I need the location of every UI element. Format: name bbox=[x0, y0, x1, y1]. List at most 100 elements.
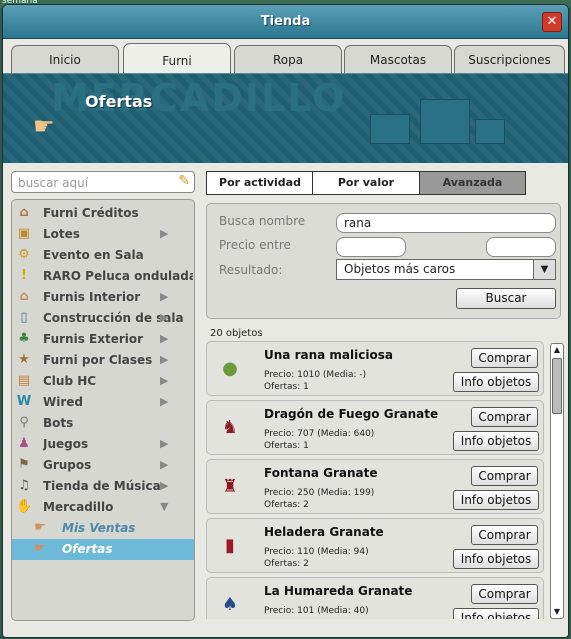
category-item[interactable]: ⌂ Furnis Interior ▶ bbox=[12, 287, 194, 308]
category-list[interactable]: ⌂ Furni Créditos ▣ Lotes ▶ ⚙ Evento en Sala! RA… bbox=[11, 199, 195, 621]
subcategory-label: Ofertas bbox=[62, 542, 113, 556]
scrollbar-thumb[interactable] bbox=[552, 358, 562, 414]
scroll-up-icon[interactable]: ▲ bbox=[551, 344, 563, 356]
chevron-down-icon[interactable]: ▼ bbox=[160, 500, 168, 513]
chevron-right-icon[interactable]: ▶ bbox=[160, 437, 168, 450]
item-name: Una rana maliciosa bbox=[264, 348, 393, 362]
buy-button[interactable]: Comprar bbox=[471, 407, 538, 427]
result-select[interactable]: Objetos más caros ▼ bbox=[336, 259, 556, 280]
frog-icon: ● bbox=[222, 358, 238, 379]
buy-button[interactable]: Comprar bbox=[471, 348, 538, 368]
results-scrollbar[interactable]: ▲ ▼ bbox=[550, 343, 564, 619]
group-icon: ⚑ bbox=[18, 457, 30, 472]
category-item[interactable]: ▤ Club HC ▶ bbox=[12, 371, 194, 392]
buy-button[interactable]: Comprar bbox=[471, 584, 538, 604]
item-price: Precio: 1010 (Media: -) bbox=[264, 370, 367, 380]
joystick-icon: ♟ bbox=[18, 436, 30, 451]
chevron-down-icon[interactable]: ▼ bbox=[533, 260, 555, 279]
chevron-right-icon[interactable]: ▶ bbox=[160, 458, 168, 471]
tab-suscripciones[interactable]: Suscripciones bbox=[454, 45, 565, 73]
sort-tab-activity[interactable]: Por actividad bbox=[206, 171, 314, 195]
category-item[interactable]: W Wired ▶ bbox=[12, 392, 194, 413]
chevron-right-icon[interactable]: ▶ bbox=[160, 353, 168, 366]
subcategory-item[interactable]: ☛ Ofertas bbox=[12, 539, 194, 560]
plant-icon: ♣ bbox=[18, 331, 30, 346]
buy-button[interactable]: Comprar bbox=[471, 525, 538, 545]
chevron-right-icon[interactable]: ▶ bbox=[160, 290, 168, 303]
result-select-value: Objetos más caros bbox=[344, 262, 456, 276]
chevron-right-icon[interactable]: ▶ bbox=[160, 332, 168, 345]
item-name: La Humareda Granate bbox=[264, 584, 413, 598]
category-label: Tienda de Música bbox=[43, 479, 161, 493]
category-item[interactable]: ♣ Furnis Exterior ▶ bbox=[12, 329, 194, 350]
category-label: Club HC bbox=[43, 374, 97, 388]
search-button[interactable]: Buscar bbox=[456, 288, 556, 309]
info-button[interactable]: Info objetos bbox=[453, 372, 539, 392]
info-button[interactable]: Info objetos bbox=[453, 549, 539, 569]
category-item[interactable]: ⌂ Furni Créditos bbox=[12, 203, 194, 224]
search-input[interactable]: buscar aquí ✎ bbox=[11, 171, 195, 193]
subcategory-item[interactable]: ☛ Mis Ventas bbox=[12, 518, 194, 539]
hc-icon: ▤ bbox=[17, 373, 31, 388]
category-item[interactable]: ✋ Mercadillo ▼ bbox=[12, 497, 194, 518]
chevron-right-icon[interactable]: ▶ bbox=[160, 395, 168, 408]
item-offers: Ofertas: 2 bbox=[264, 500, 309, 510]
chevron-right-icon[interactable]: ▶ bbox=[160, 227, 168, 240]
item-name: Fontana Granate bbox=[264, 466, 378, 480]
price-min-field[interactable] bbox=[336, 237, 406, 257]
chevron-right-icon[interactable]: ▶ bbox=[160, 374, 168, 387]
info-button[interactable]: Info objetos bbox=[453, 490, 539, 510]
category-label: Furni Créditos bbox=[43, 206, 139, 220]
category-item[interactable]: ★ Furni por Clases ▶ bbox=[12, 350, 194, 371]
exclamation-icon: ! bbox=[21, 268, 27, 283]
category-item[interactable]: ▣ Lotes ▶ bbox=[12, 224, 194, 245]
result-label: Resultado: bbox=[219, 263, 283, 277]
price-max-field[interactable] bbox=[486, 237, 556, 257]
category-item[interactable]: ▯ Construcción de sala ▶ bbox=[12, 308, 194, 329]
market-panel: Por actividad Por valor Avanzada Busca n… bbox=[206, 171, 564, 631]
result-row: ♠ La Humareda Granate Precio: 101 (Media: … bbox=[206, 577, 544, 619]
info-button[interactable]: Info objetos bbox=[453, 608, 539, 619]
category-label: Furnis Exterior bbox=[43, 332, 144, 346]
results-list[interactable]: ● Una rana maliciosa Precio: 1010 (Media: … bbox=[206, 341, 548, 619]
category-item[interactable]: ♫ Tienda de Música ▶ bbox=[12, 476, 194, 497]
tab-furni[interactable]: Furni bbox=[123, 43, 231, 75]
bot-icon: ⚲ bbox=[19, 415, 29, 430]
category-label: Lotes bbox=[43, 227, 80, 241]
chevron-right-icon[interactable]: ▶ bbox=[160, 311, 168, 324]
category-item[interactable]: ♟ Juegos ▶ bbox=[12, 434, 194, 455]
close-button[interactable]: ✕ bbox=[542, 12, 562, 32]
category-item[interactable]: ⚑ Grupos ▶ bbox=[12, 455, 194, 476]
chevron-right-icon[interactable]: ▶ bbox=[160, 479, 168, 492]
smoke-icon: ♠ bbox=[221, 594, 239, 615]
tab-inicio[interactable]: Inicio bbox=[11, 45, 119, 73]
category-label: Furnis Interior bbox=[43, 290, 141, 304]
sort-tab-advanced[interactable]: Avanzada bbox=[419, 171, 526, 195]
pencil-icon[interactable]: ✎ bbox=[178, 173, 190, 189]
price-label: Precio entre bbox=[219, 238, 291, 252]
category-label: Grupos bbox=[43, 458, 92, 472]
scroll-down-icon[interactable]: ▼ bbox=[551, 606, 563, 618]
title-bar[interactable]: Tienda ✕ bbox=[3, 5, 568, 39]
tab-ropa[interactable]: Ropa bbox=[234, 45, 342, 73]
category-label: Furni por Clases bbox=[43, 353, 153, 367]
tab-mascotas[interactable]: Mascotas bbox=[344, 45, 452, 73]
name-field[interactable]: rana bbox=[336, 213, 556, 233]
sort-tabs: Por actividad Por valor Avanzada bbox=[206, 171, 526, 195]
item-price: Precio: 110 (Media: 94) bbox=[264, 547, 369, 557]
music-icon: ♫ bbox=[18, 478, 30, 493]
buy-button[interactable]: Comprar bbox=[471, 466, 538, 486]
category-item[interactable]: ⚙ Evento en Sala bbox=[12, 245, 194, 266]
category-label: RARO Peluca ondulada lar bbox=[43, 269, 193, 283]
result-row: ● Una rana maliciosa Precio: 1010 (Media: … bbox=[206, 341, 544, 396]
results-count: 20 objetos bbox=[210, 328, 263, 339]
item-offers: Ofertas: 2 bbox=[264, 559, 309, 569]
info-button[interactable]: Info objetos bbox=[453, 431, 539, 451]
category-item[interactable]: ⚲ Bots bbox=[12, 413, 194, 434]
result-row: ♞ Dragón de Fuego Granate Precio: 707 (Med… bbox=[206, 400, 544, 455]
sort-tab-value[interactable]: Por valor bbox=[312, 171, 420, 195]
category-item[interactable]: ! RARO Peluca ondulada lar bbox=[12, 266, 194, 287]
star-icon: ★ bbox=[18, 352, 30, 367]
item-name: Heladera Granate bbox=[264, 525, 384, 539]
chair-icon: ⌂ bbox=[19, 205, 29, 220]
